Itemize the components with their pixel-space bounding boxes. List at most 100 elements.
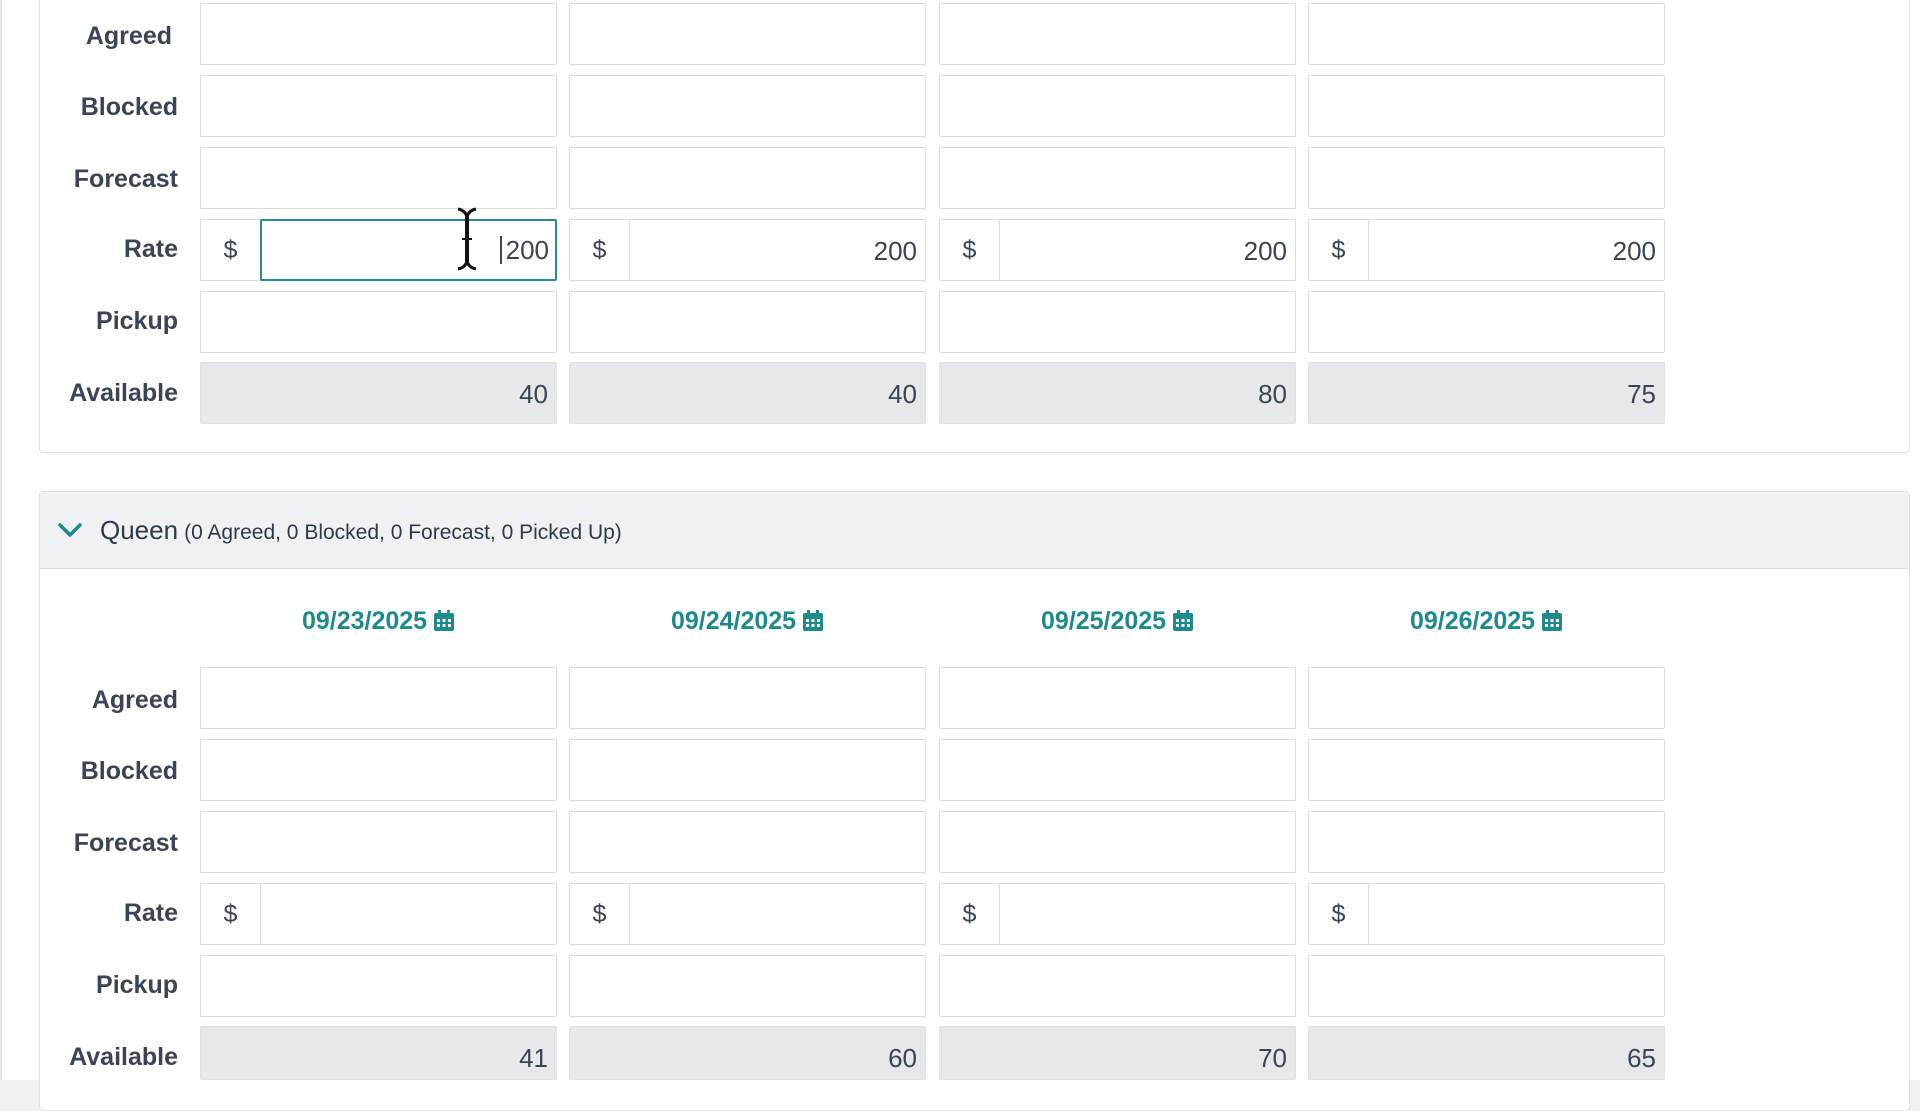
agreed-input[interactable] <box>200 667 557 729</box>
room-panel-header[interactable]: Queen (0 Agreed, 0 Blocked, 0 Forecast, 0… <box>40 492 1909 569</box>
rate-value: 200 <box>873 236 917 266</box>
blocked-input[interactable] <box>1308 75 1665 137</box>
available-value: 70 <box>1258 1043 1287 1073</box>
available-value: 75 <box>1627 379 1656 409</box>
rate-input[interactable]: 200 <box>630 220 925 280</box>
rate-input[interactable] <box>261 884 556 944</box>
rate-input[interactable]: 200 <box>1369 220 1664 280</box>
available-value: 60 <box>888 1043 917 1073</box>
calendar-icon[interactable] <box>1172 610 1194 632</box>
available-value: 41 <box>519 1043 548 1073</box>
room-block-editor: Agreed Blocked Forecast Rate Pickup Avai… <box>0 0 1920 1111</box>
rate-field: $ 200 <box>200 219 557 281</box>
currency-prefix: $ <box>940 220 1000 280</box>
agreed-input[interactable] <box>200 3 557 65</box>
pickup-input[interactable] <box>939 955 1296 1017</box>
pickup-input[interactable] <box>569 291 926 353</box>
pickup-input[interactable] <box>200 955 557 1017</box>
forecast-input[interactable] <box>1308 147 1665 209</box>
chevron-down-icon[interactable] <box>56 518 84 542</box>
date-header[interactable]: 09/24/2025 <box>569 607 926 636</box>
agreed-input[interactable] <box>939 3 1296 65</box>
date-header[interactable]: 09/25/2025 <box>939 607 1296 636</box>
rate-input[interactable]: 200 <box>260 219 557 281</box>
rate-field: $ <box>569 883 926 945</box>
rate-input[interactable] <box>630 884 925 944</box>
blocked-input[interactable] <box>569 739 926 801</box>
available-value-box: 40 <box>200 362 557 424</box>
blocked-input[interactable] <box>939 739 1296 801</box>
rate-field: $ <box>939 883 1296 945</box>
forecast-input[interactable] <box>200 811 557 873</box>
text-cursor-icon <box>457 207 477 271</box>
blocked-input[interactable] <box>200 739 557 801</box>
room-type-summary: (0 Agreed, 0 Blocked, 0 Forecast, 0 Pick… <box>184 521 622 544</box>
date-label: 09/23/2025 <box>301 607 428 635</box>
row-label-blocked: Blocked <box>80 757 178 785</box>
row-label-rate: Rate <box>123 899 178 927</box>
forecast-input[interactable] <box>200 147 557 209</box>
available-value: 80 <box>1258 379 1287 409</box>
row-label-available: Available <box>69 1043 178 1071</box>
calendar-icon[interactable] <box>1541 610 1563 632</box>
available-value-box: 65 <box>1308 1026 1665 1080</box>
blocked-input[interactable] <box>939 75 1296 137</box>
pickup-input[interactable] <box>1308 955 1665 1017</box>
pickup-input[interactable] <box>569 955 926 1017</box>
pickup-input[interactable] <box>200 291 557 353</box>
rate-value: 200 <box>505 235 549 265</box>
room-type-title: Queen (0 Agreed, 0 Blocked, 0 Forecast, 0… <box>100 515 622 546</box>
currency-prefix: $ <box>940 884 1000 944</box>
rate-input[interactable] <box>1000 884 1295 944</box>
calendar-icon[interactable] <box>802 610 824 632</box>
forecast-input[interactable] <box>1308 811 1665 873</box>
room-panel-queen: Queen (0 Agreed, 0 Blocked, 0 Forecast, 0… <box>39 491 1910 1111</box>
rate-field: $ 200 <box>569 219 926 281</box>
currency-prefix: $ <box>570 220 630 280</box>
rate-field: $ <box>1308 883 1665 945</box>
rate-value: 200 <box>1612 236 1656 266</box>
date-label: 09/26/2025 <box>1409 607 1536 635</box>
date-header[interactable]: 09/26/2025 <box>1308 607 1665 636</box>
available-value: 40 <box>888 379 917 409</box>
rate-input[interactable]: 200 <box>1000 220 1295 280</box>
row-label-pickup: Pickup <box>96 971 178 999</box>
date-label: 09/25/2025 <box>1040 607 1167 635</box>
date-header[interactable]: 09/23/2025 <box>200 607 557 636</box>
agreed-input[interactable] <box>569 667 926 729</box>
row-label-blocked: Blocked <box>80 93 178 121</box>
blocked-input[interactable] <box>200 75 557 137</box>
forecast-input[interactable] <box>939 811 1296 873</box>
calendar-icon[interactable] <box>433 610 455 632</box>
rate-field: $ <box>200 883 557 945</box>
pickup-input[interactable] <box>1308 291 1665 353</box>
forecast-input[interactable] <box>569 147 926 209</box>
forecast-input[interactable] <box>569 811 926 873</box>
blocked-input[interactable] <box>1308 739 1665 801</box>
rate-field: $ 200 <box>939 219 1296 281</box>
room-type-name: Queen <box>100 515 179 545</box>
row-label-forecast: Forecast <box>73 829 178 857</box>
row-label-agreed: Agreed <box>85 22 172 50</box>
available-value-box: 60 <box>569 1026 926 1080</box>
currency-prefix: $ <box>570 884 630 944</box>
currency-prefix: $ <box>201 220 261 280</box>
agreed-input[interactable] <box>939 667 1296 729</box>
agreed-input[interactable] <box>1308 667 1665 729</box>
forecast-input[interactable] <box>939 147 1296 209</box>
available-value: 65 <box>1627 1043 1656 1073</box>
agreed-input[interactable] <box>569 3 926 65</box>
blocked-input[interactable] <box>569 75 926 137</box>
row-label-rate: Rate <box>123 235 178 263</box>
available-value-box: 40 <box>569 362 926 424</box>
pickup-input[interactable] <box>939 291 1296 353</box>
rate-field: $ 200 <box>1308 219 1665 281</box>
agreed-input[interactable] <box>1308 3 1665 65</box>
input-caret <box>500 236 502 264</box>
available-value-box: 75 <box>1308 362 1665 424</box>
left-divider <box>0 0 2 1080</box>
available-value-box: 70 <box>939 1026 1296 1080</box>
rate-input[interactable] <box>1369 884 1664 944</box>
available-value: 40 <box>519 379 548 409</box>
rate-value: 200 <box>1243 236 1287 266</box>
